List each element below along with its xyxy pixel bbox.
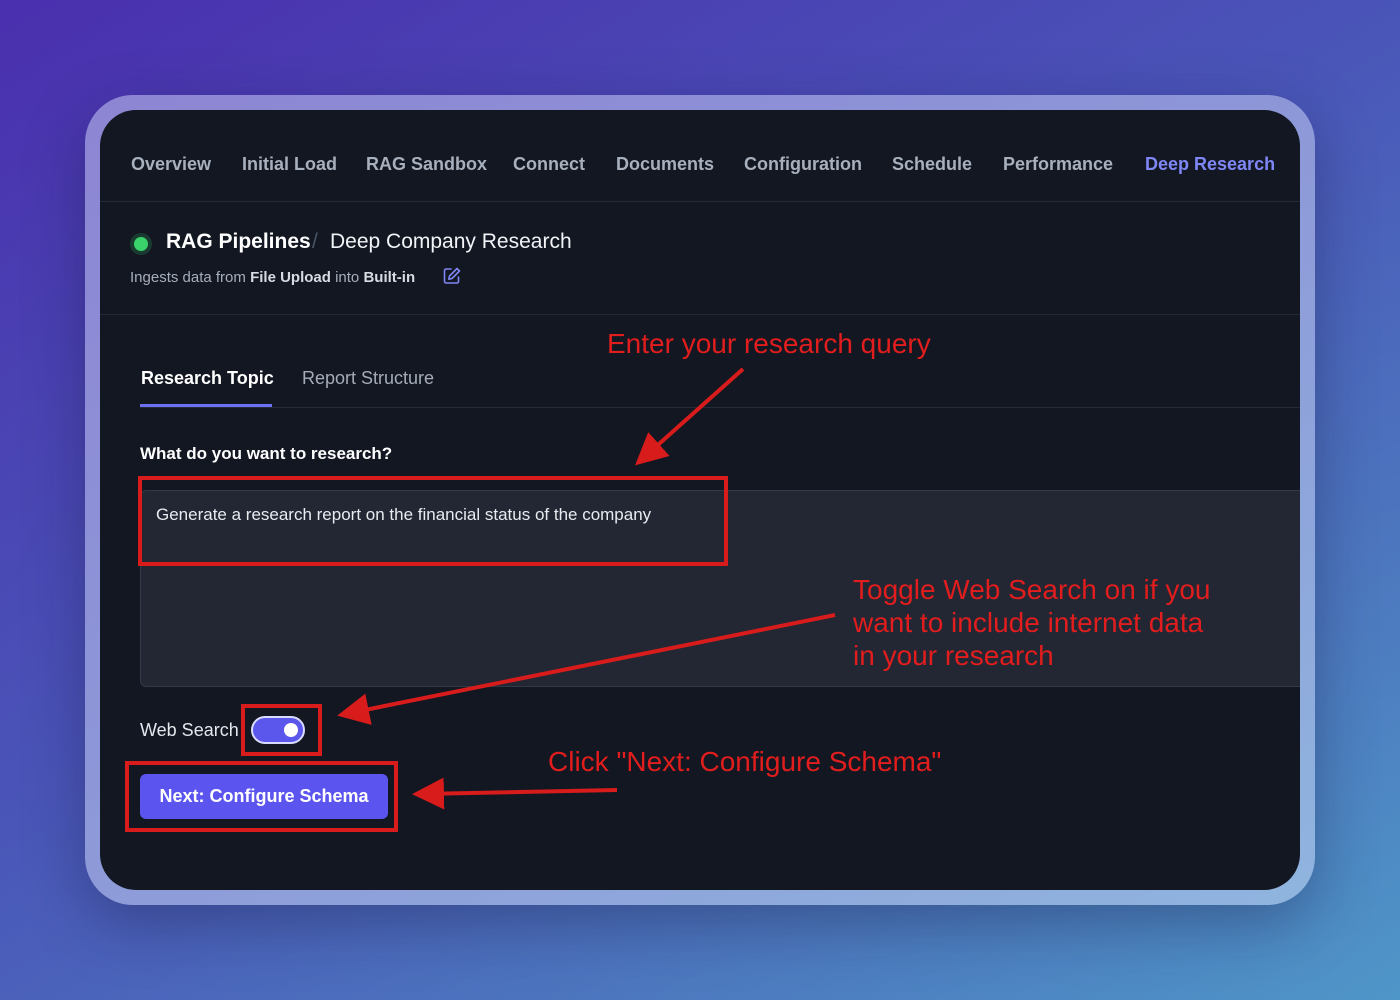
button-highlight-box — [125, 761, 398, 832]
nav-initial-load[interactable]: Initial Load — [242, 154, 337, 175]
status-dot-icon — [134, 237, 148, 251]
top-navigation: Overview Initial Load RAG Sandbox Connec… — [100, 110, 1300, 202]
research-question-label: What do you want to research? — [140, 444, 393, 463]
toggle-annotation: Toggle Web Search on if you want to incl… — [853, 573, 1210, 672]
breadcrumb-root[interactable]: RAG Pipelines — [166, 230, 311, 254]
nav-overview[interactable]: Overview — [131, 154, 211, 175]
tab-report-structure[interactable]: Report Structure — [302, 368, 434, 389]
page-title: Deep Company Research — [330, 230, 572, 253]
nav-connect[interactable]: Connect — [513, 154, 585, 175]
pipeline-description: Ingests data from File Upload into Built… — [130, 269, 415, 286]
description-prefix: Ingests data from — [130, 269, 246, 286]
description-source: File Upload — [250, 269, 331, 286]
nav-documents[interactable]: Documents — [616, 154, 714, 175]
query-highlight-box — [138, 476, 728, 566]
description-target: Built-in — [363, 269, 416, 286]
pipeline-header — [100, 202, 1300, 315]
nav-configuration[interactable]: Configuration — [744, 154, 862, 175]
edit-icon[interactable] — [442, 266, 462, 286]
nav-performance[interactable]: Performance — [1003, 154, 1113, 175]
nav-schedule[interactable]: Schedule — [892, 154, 972, 175]
toggle-annotation-line-1: Toggle Web Search on if you — [853, 574, 1211, 605]
tab-research-topic[interactable]: Research Topic — [141, 368, 274, 389]
query-annotation: Enter your research query — [607, 328, 931, 359]
toggle-annotation-line-3: in your research — [853, 640, 1054, 671]
toggle-annotation-line-2: want to include internet data — [853, 607, 1204, 638]
toggle-highlight-box — [241, 704, 322, 756]
breadcrumb-separator: / — [312, 230, 318, 253]
active-tab-indicator — [140, 404, 272, 407]
nav-deep-research[interactable]: Deep Research — [1145, 154, 1275, 175]
description-middle: into — [335, 269, 360, 286]
button-annotation: Click "Next: Configure Schema" — [548, 746, 942, 777]
web-search-label: Web Search — [140, 720, 239, 740]
nav-rag-sandbox[interactable]: RAG Sandbox — [366, 154, 487, 175]
tabs-divider — [140, 407, 1300, 408]
